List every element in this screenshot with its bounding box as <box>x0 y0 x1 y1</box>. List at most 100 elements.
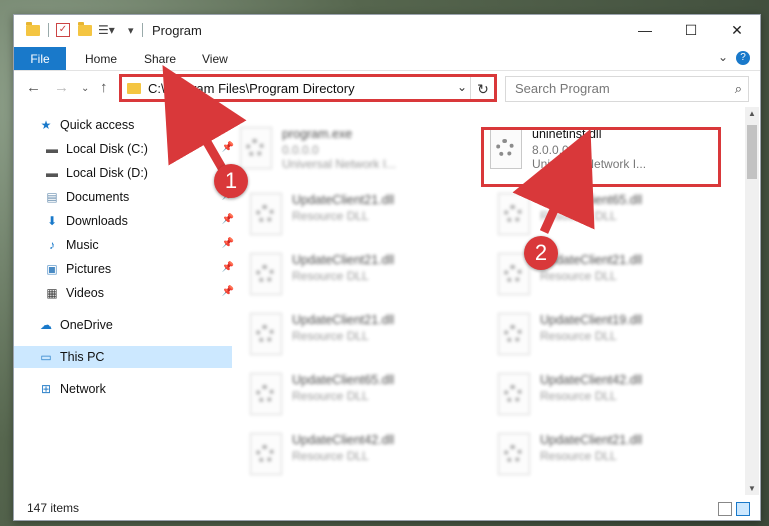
sidebar-item-videos[interactable]: ▦ Videos 📌 <box>14 282 238 304</box>
sidebar-item-label: Pictures <box>66 262 112 276</box>
sidebar-item-quick-access[interactable]: ★ Quick access <box>14 114 232 136</box>
pictures-icon: ▣ <box>46 262 58 276</box>
file-description: Resource DLL <box>292 209 369 223</box>
step-badge-2: 2 <box>524 236 558 270</box>
file-name: UpdateClient19.dll <box>540 313 643 327</box>
details-view-icon[interactable] <box>718 502 732 516</box>
tab-view[interactable]: View <box>202 52 228 66</box>
sidebar-item-label: OneDrive <box>60 318 113 332</box>
file-tile[interactable]: UpdateClient21.dll Resource DLL <box>490 427 730 481</box>
sidebar-item-label: Documents <box>66 190 130 204</box>
sidebar-item-local-disk-d[interactable]: ▬ Local Disk (D:) 📌 <box>14 162 238 184</box>
scrollbar-thumb[interactable] <box>747 125 757 179</box>
file-description: Resource DLL <box>540 209 617 223</box>
scroll-up-icon[interactable]: ▲ <box>745 109 759 118</box>
separator <box>48 21 49 39</box>
file-description: Universal Network I... <box>282 157 397 171</box>
tab-home[interactable]: Home <box>85 52 117 66</box>
recent-locations-icon[interactable]: ⌄ <box>81 83 89 94</box>
new-folder-icon[interactable] <box>78 21 92 39</box>
sidebar-item-music[interactable]: ♪ Music 📌 <box>14 234 238 256</box>
back-arrow-icon[interactable]: ← <box>26 79 41 96</box>
item-count: 147 items <box>27 501 80 515</box>
file-name: UpdateClient65.dll <box>540 193 643 207</box>
file-highlight-box <box>481 127 721 187</box>
search-icon[interactable]: ⌕ <box>735 81 742 97</box>
sidebar-item-documents[interactable]: ▤ Documents 📌 <box>14 186 238 208</box>
file-tile[interactable]: UpdateClient21.dll Resource DLL <box>242 187 482 241</box>
file-description: Resource DLL <box>292 269 369 283</box>
sidebar-item-label: This PC <box>60 350 105 364</box>
downloads-icon: ⬇ <box>46 214 58 228</box>
sidebar-item-network[interactable]: ⊞ Network <box>14 378 232 400</box>
sidebar-item-onedrive[interactable]: ☁ OneDrive <box>14 314 232 336</box>
file-tile[interactable]: UpdateClient21.dll Resource DLL <box>242 247 482 301</box>
file-description: Resource DLL <box>540 389 617 403</box>
computer-icon: ▭ <box>40 350 52 364</box>
sidebar-item-label: Local Disk (C:) <box>66 142 148 156</box>
file-description: Resource DLL <box>540 269 617 283</box>
dll-file-icon <box>246 373 284 415</box>
tiles-view-icon[interactable] <box>736 502 750 516</box>
address-highlight-box <box>119 74 497 102</box>
title-bar: ✓ ☰▾ ▾ Program — ☐ ✕ <box>14 15 760 47</box>
file-name: program.exe <box>282 127 353 141</box>
file-tile[interactable]: program.exe 0.0.0.0 Universal Network I.… <box>232 121 472 175</box>
file-tile[interactable]: UpdateClient42.dll Resource DLL <box>490 367 730 421</box>
file-version: 0.0.0.0 <box>282 143 319 157</box>
step-badge-1: 1 <box>214 164 248 198</box>
up-arrow-icon[interactable]: ↑ <box>100 79 108 96</box>
tab-file[interactable]: File <box>14 47 66 70</box>
file-tile[interactable]: UpdateClient65.dll Resource DLL <box>490 187 730 241</box>
vertical-scrollbar[interactable]: ▲ ▼ <box>745 107 759 495</box>
sidebar-item-downloads[interactable]: ⬇ Downloads 📌 <box>14 210 238 232</box>
dll-file-icon <box>246 433 284 475</box>
separator <box>142 21 143 39</box>
file-explorer-window: ✓ ☰▾ ▾ Program — ☐ ✕ File Home Share Vie… <box>13 14 761 521</box>
sidebar-item-label: Quick access <box>60 118 135 132</box>
properties-icon[interactable]: ✓ <box>56 21 70 39</box>
folder-icon <box>26 21 40 39</box>
file-description: Resource DLL <box>292 389 369 403</box>
file-list: program.exe 0.0.0.0 Universal Network I.… <box>212 107 744 495</box>
dll-file-icon <box>494 373 532 415</box>
maximize-button[interactable]: ☐ <box>668 15 714 45</box>
cloud-icon: ☁ <box>40 318 52 332</box>
sidebar-item-label: Downloads <box>66 214 128 228</box>
minimize-button[interactable]: — <box>622 15 668 45</box>
dll-file-icon <box>494 193 532 235</box>
scroll-down-icon[interactable]: ▼ <box>745 484 759 493</box>
file-tile[interactable]: UpdateClient19.dll Resource DLL <box>490 307 730 361</box>
sidebar-item-pictures[interactable]: ▣ Pictures 📌 <box>14 258 238 280</box>
documents-icon: ▤ <box>46 190 58 204</box>
music-icon: ♪ <box>49 238 55 252</box>
navigation-pane: ★ Quick access ▬ Local Disk (C:) 📌 ▬ Loc… <box>14 107 234 495</box>
file-tile[interactable]: UpdateClient21.dll Resource DLL <box>242 307 482 361</box>
ribbon-tabs: File Home Share View ⌄ ? <box>14 47 760 71</box>
dll-file-icon <box>494 313 532 355</box>
sidebar-item-label: Videos <box>66 286 104 300</box>
expand-ribbon-icon[interactable]: ⌄ <box>718 50 728 64</box>
dll-file-icon <box>246 313 284 355</box>
search-input[interactable]: Search Program ⌕ <box>505 76 749 102</box>
tab-share[interactable]: Share <box>144 52 176 66</box>
file-name: UpdateClient65.dll <box>292 373 395 387</box>
file-name: UpdateClient42.dll <box>540 373 643 387</box>
drive-icon: ▬ <box>46 166 58 180</box>
help-icon[interactable]: ? <box>736 51 750 65</box>
navigation-bar: ← → ⌄ ↑ C:\Program Files\Program Directo… <box>14 71 760 105</box>
videos-icon: ▦ <box>46 286 58 300</box>
file-name: UpdateClient21.dll <box>292 193 395 207</box>
quick-access-dropdown-icon[interactable]: ▾ <box>128 21 134 39</box>
sidebar-item-this-pc[interactable]: ▭ This PC <box>14 346 232 368</box>
file-tile[interactable]: UpdateClient65.dll Resource DLL <box>242 367 482 421</box>
sidebar-item-local-disk-c[interactable]: ▬ Local Disk (C:) 📌 <box>14 138 238 160</box>
close-button[interactable]: ✕ <box>714 15 760 45</box>
dll-file-icon <box>494 433 532 475</box>
customize-toolbar-icon[interactable]: ☰▾ <box>98 21 115 39</box>
file-description: Resource DLL <box>292 449 369 463</box>
forward-arrow-icon[interactable]: → <box>54 79 69 96</box>
file-name: UpdateClient42.dll <box>292 433 395 447</box>
window-title: Program <box>152 23 202 38</box>
file-tile[interactable]: UpdateClient42.dll Resource DLL <box>242 427 482 481</box>
